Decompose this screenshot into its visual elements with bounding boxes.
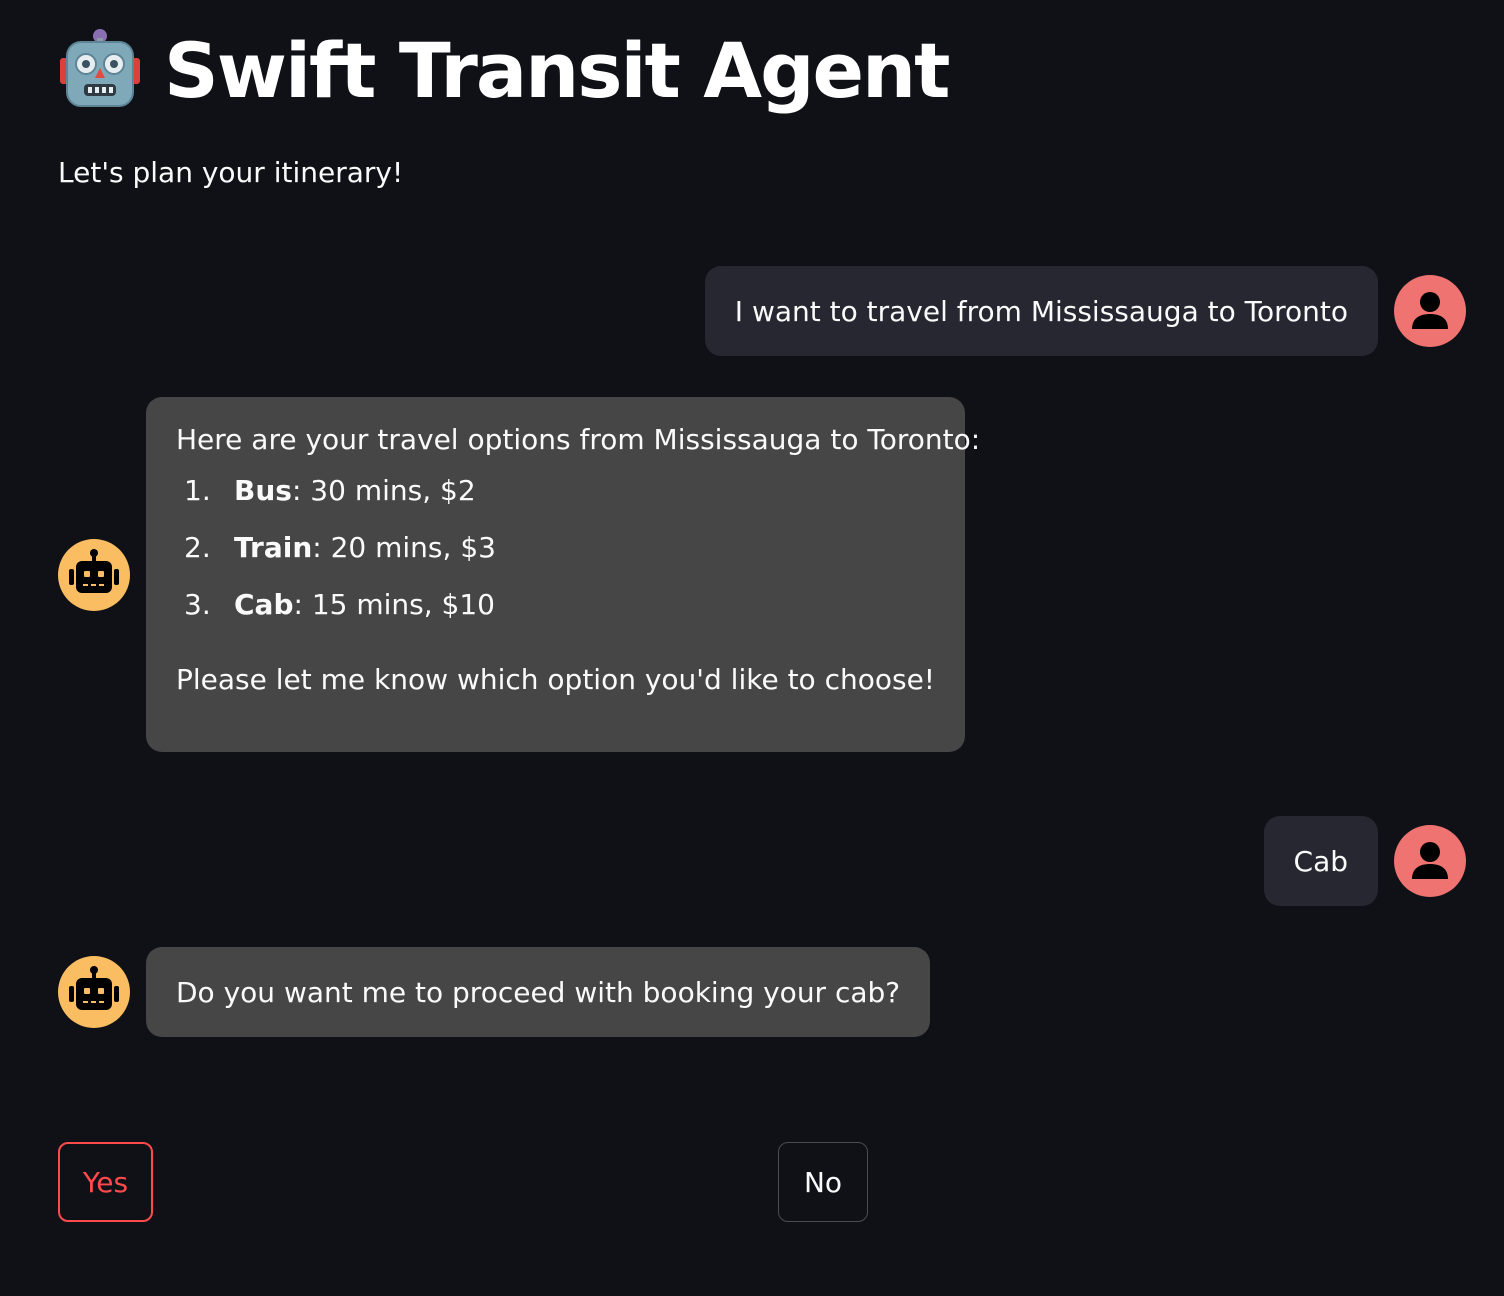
assistant-avatar: [58, 538, 130, 611]
option-name: Bus: [234, 474, 292, 507]
user-message: Cab: [1263, 816, 1466, 906]
chat-app: Swift Transit Agent Let's plan your itin…: [0, 0, 1504, 1296]
robot-icon: [69, 966, 119, 1010]
list-item: 2. Train: 20 mins, $3: [176, 531, 935, 588]
user-message-text: Cab: [1263, 816, 1378, 906]
list-item: 3. Cab: 15 mins, $10: [176, 588, 935, 645]
option-detail: : 30 mins, $2: [291, 474, 476, 507]
yes-button[interactable]: Yes: [58, 1142, 153, 1222]
options-intro: Here are your travel options from Missis…: [176, 423, 981, 456]
option-name: Cab: [234, 588, 294, 621]
user-message-text: I want to travel from Mississauga to Tor…: [704, 266, 1378, 356]
assistant-message: Here are your travel options from Missis…: [58, 397, 981, 752]
assistant-message-text: Do you want me to proceed with booking y…: [146, 947, 931, 1037]
list-item: 1. Bus: 30 mins, $2: [176, 474, 935, 531]
user-icon: [1412, 842, 1448, 879]
user-avatar: [1394, 825, 1466, 897]
robot-emoji-icon: [60, 29, 140, 107]
option-number: 1.: [184, 474, 211, 507]
user-icon: [1412, 292, 1448, 329]
option-detail: : 20 mins, $3: [312, 531, 496, 564]
options-outro: Please let me know which option you'd li…: [176, 663, 936, 696]
page-header: Swift Transit Agent: [58, 22, 950, 118]
travel-options-list: 1. Bus: 30 mins, $2 2. Train: 20 mins, $…: [176, 474, 935, 645]
assistant-avatar: [58, 956, 130, 1028]
user-avatar: [1394, 275, 1466, 347]
option-name: Train: [234, 531, 313, 564]
user-message: I want to travel from Mississauga to Tor…: [704, 266, 1466, 356]
assistant-message-bubble: Here are your travel options from Missis…: [146, 397, 981, 752]
no-button[interactable]: No: [778, 1142, 868, 1222]
page-subtitle: Let's plan your itinerary!: [58, 156, 404, 189]
option-number: 2.: [184, 531, 211, 564]
option-detail: : 15 mins, $10: [293, 588, 496, 621]
option-number: 3.: [184, 588, 211, 621]
page-title: Swift Transit Agent: [164, 25, 950, 115]
robot-icon: [69, 548, 119, 593]
assistant-message: Do you want me to proceed with booking y…: [58, 947, 931, 1037]
